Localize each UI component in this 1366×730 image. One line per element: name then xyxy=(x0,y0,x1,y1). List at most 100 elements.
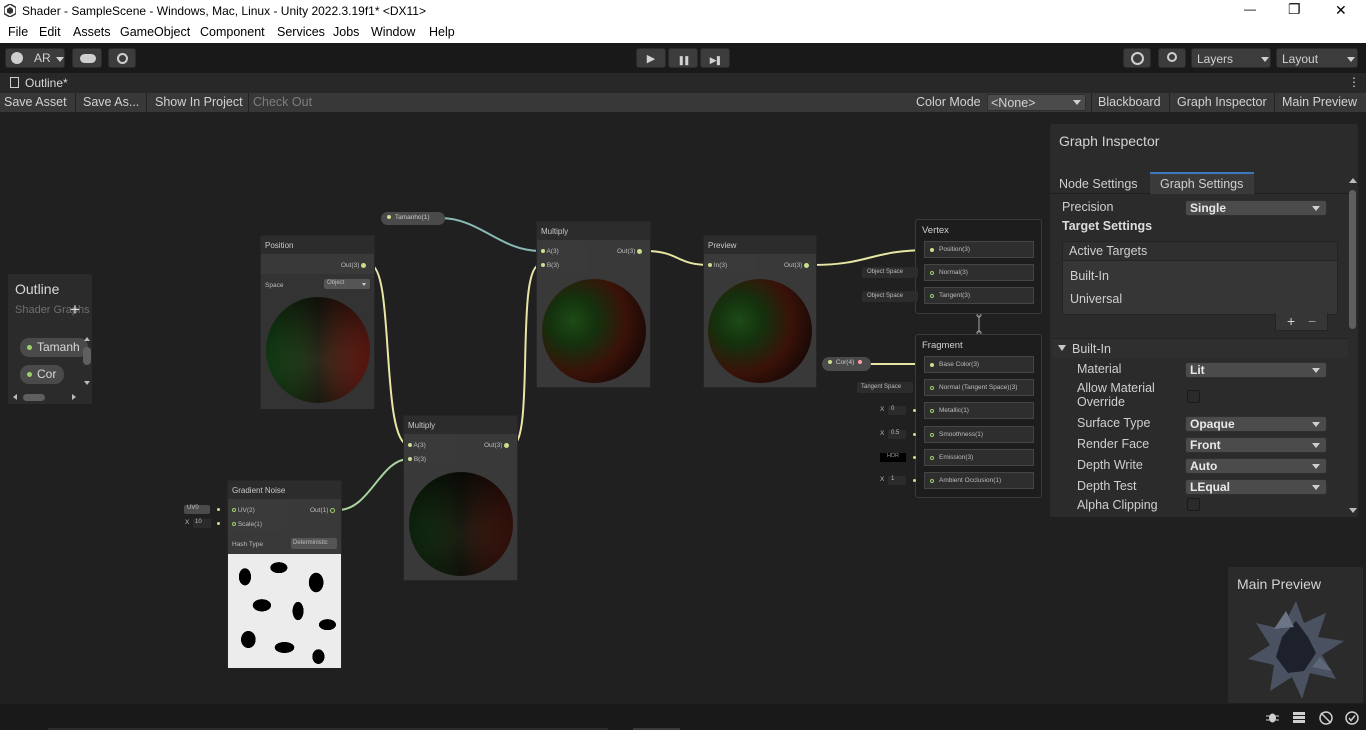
cor-property-node[interactable]: Cor(4) xyxy=(822,357,871,371)
precision-dropdown[interactable]: Single xyxy=(1185,200,1327,216)
stack-icon[interactable] xyxy=(1292,711,1306,724)
hash-type-dropdown[interactable]: Deterministic xyxy=(291,538,337,549)
ao-value-field[interactable]: 1 xyxy=(888,476,906,485)
show-in-project-button[interactable]: Show In Project xyxy=(155,95,243,109)
fragment-metallic-block[interactable]: Metallic(1) xyxy=(924,402,1034,419)
gradient-noise-node[interactable]: Gradient Noise UV(2) Scale(1) Out(1) Has… xyxy=(227,480,342,668)
menu-gameobject[interactable]: GameObject xyxy=(120,25,190,39)
target-item-builtin[interactable]: Built-In xyxy=(1070,269,1109,283)
vertex-position-block[interactable]: Position(3) xyxy=(924,241,1034,258)
menu-assets[interactable]: Assets xyxy=(73,25,111,39)
menu-services[interactable]: Services xyxy=(277,25,325,39)
multiply1-out-port[interactable]: Out(3) xyxy=(617,248,643,255)
multiply2-out-port[interactable]: Out(3) xyxy=(484,442,510,449)
material-dropdown[interactable]: Lit xyxy=(1185,362,1327,378)
menu-window[interactable]: Window xyxy=(371,25,415,39)
menu-file[interactable]: File xyxy=(8,25,28,39)
position-out-port[interactable]: Out(3) xyxy=(341,262,367,269)
bug-icon[interactable] xyxy=(1266,711,1279,724)
tab-more-button[interactable]: ⋮ xyxy=(1348,75,1360,89)
tab-node-settings[interactable]: Node Settings xyxy=(1059,177,1138,191)
multiply1-b-port[interactable]: B(3) xyxy=(541,262,559,269)
fragment-base-color-block[interactable]: Base Color(3) xyxy=(924,356,1034,373)
position-node[interactable]: Position Out(3) Space Object xyxy=(260,235,375,409)
gradient-noise-scale-port[interactable]: Scale(1) xyxy=(232,521,262,528)
play-button[interactable]: ▶ xyxy=(636,48,666,68)
scroll-thumb[interactable] xyxy=(1349,190,1356,329)
preview-out-port[interactable]: Out(3) xyxy=(784,262,810,269)
vertex-tangent-space-input[interactable]: Object Space xyxy=(862,291,918,302)
emission-input[interactable]: HDR xyxy=(876,452,918,463)
multiply1-a-port[interactable]: A(3) xyxy=(541,248,559,255)
multiply-node-1[interactable]: Multiply A(3) B(3) Out(3) xyxy=(536,221,651,388)
fragment-context[interactable]: Fragment Base Color(3) Normal (Tangent S… xyxy=(915,334,1042,498)
minimize-button[interactable]: — xyxy=(1244,2,1256,16)
vertex-normal-block[interactable]: Normal(3) xyxy=(924,264,1034,281)
allow-override-checkbox[interactable] xyxy=(1187,390,1200,403)
preview-in-port[interactable]: In(3) xyxy=(708,262,727,269)
tab-graph-settings[interactable]: Graph Settings xyxy=(1150,172,1254,194)
builtin-section-header[interactable]: Built-In xyxy=(1052,338,1348,358)
fragment-normal-space-input[interactable]: Tangent Space xyxy=(857,382,913,393)
property-cor[interactable]: Cor xyxy=(20,365,64,384)
vertex-normal-space-input[interactable]: Object Space xyxy=(862,267,918,278)
history-button[interactable] xyxy=(1123,48,1151,68)
collab-button[interactable] xyxy=(108,48,136,68)
menu-edit[interactable]: Edit xyxy=(39,25,61,39)
scroll-thumb[interactable] xyxy=(83,347,91,365)
metallic-input[interactable]: X 0 xyxy=(876,405,918,416)
search-button[interactable] xyxy=(1158,48,1186,68)
scroll-thumb[interactable] xyxy=(23,394,45,401)
checkmark-icon[interactable] xyxy=(1345,711,1359,725)
layers-dropdown[interactable]: Layers xyxy=(1191,48,1271,68)
layout-dropdown[interactable]: Layout xyxy=(1276,48,1358,68)
fragment-emission-block[interactable]: Emission(3) xyxy=(924,449,1034,466)
gradient-noise-out-port[interactable]: Out(1) xyxy=(310,507,336,514)
multiply2-b-port[interactable]: B(3) xyxy=(408,456,426,463)
vertex-context[interactable]: Vertex Position(3) Normal(3) Tangent(3) xyxy=(915,219,1042,314)
debug-mode-icon[interactable] xyxy=(1319,711,1333,725)
uv-channel-input[interactable]: UV0 xyxy=(181,504,226,515)
check-out-button[interactable]: Check Out xyxy=(253,95,312,109)
preview-node[interactable]: Preview In(3) Out(3) xyxy=(703,235,817,388)
multiply2-a-port[interactable]: A(3) xyxy=(408,442,426,449)
main-preview-render[interactable] xyxy=(1246,597,1346,701)
gradient-noise-uv-port[interactable]: UV(2) xyxy=(232,507,255,514)
save-as-button[interactable]: Save As... xyxy=(83,95,139,109)
multiply-node-2[interactable]: Multiply A(3) B(3) Out(3) xyxy=(403,415,518,581)
ao-input[interactable]: X 1 xyxy=(876,475,918,486)
add-property-button[interactable]: + xyxy=(70,300,80,320)
restore-button[interactable]: ❐ xyxy=(1288,1,1301,18)
uv-channel-dropdown[interactable]: UV0 xyxy=(184,505,210,514)
tab-outline[interactable]: Outline* xyxy=(25,76,68,90)
cloud-button[interactable] xyxy=(72,48,102,68)
metallic-value-field[interactable]: 0 xyxy=(888,406,906,415)
remove-target-button[interactable]: − xyxy=(1308,313,1316,329)
close-button[interactable]: ✕ xyxy=(1335,2,1347,19)
color-mode-dropdown[interactable]: <None> xyxy=(987,94,1086,111)
depth-test-dropdown[interactable]: LEqual xyxy=(1185,479,1327,495)
blackboard-vscrollbar[interactable] xyxy=(83,336,92,388)
smoothness-input[interactable]: X 0.5 xyxy=(876,429,918,440)
emission-color-swatch[interactable]: HDR xyxy=(880,453,906,462)
graph-inspector-toggle[interactable]: Graph Inspector xyxy=(1177,95,1267,109)
depth-write-dropdown[interactable]: Auto xyxy=(1185,458,1327,474)
main-preview-toggle[interactable]: Main Preview xyxy=(1282,95,1357,109)
fragment-ao-block[interactable]: Ambient Occlusion(1) xyxy=(924,472,1034,489)
menu-help[interactable]: Help xyxy=(429,25,455,39)
fragment-smoothness-block[interactable]: Smoothness(1) xyxy=(924,426,1034,443)
step-button[interactable]: ▶❚ xyxy=(700,48,730,68)
smoothness-value-field[interactable]: 0.5 xyxy=(888,430,906,439)
account-dropdown[interactable]: AR xyxy=(5,48,65,68)
inspector-scrollbar[interactable] xyxy=(1348,178,1357,516)
blackboard-hscrollbar[interactable] xyxy=(12,393,78,402)
space-dropdown[interactable]: Object xyxy=(324,279,370,289)
pause-button[interactable]: ❚❚ xyxy=(668,48,698,68)
alpha-clipping-checkbox[interactable] xyxy=(1187,498,1200,511)
fragment-normal-block[interactable]: Normal (Tangent Space)(3) xyxy=(924,379,1034,396)
menu-component[interactable]: Component xyxy=(200,25,265,39)
vertex-tangent-block[interactable]: Tangent(3) xyxy=(924,287,1034,304)
scale-value-field[interactable]: 10 xyxy=(193,519,211,528)
target-item-universal[interactable]: Universal xyxy=(1070,292,1122,306)
save-asset-button[interactable]: Save Asset xyxy=(4,95,67,109)
